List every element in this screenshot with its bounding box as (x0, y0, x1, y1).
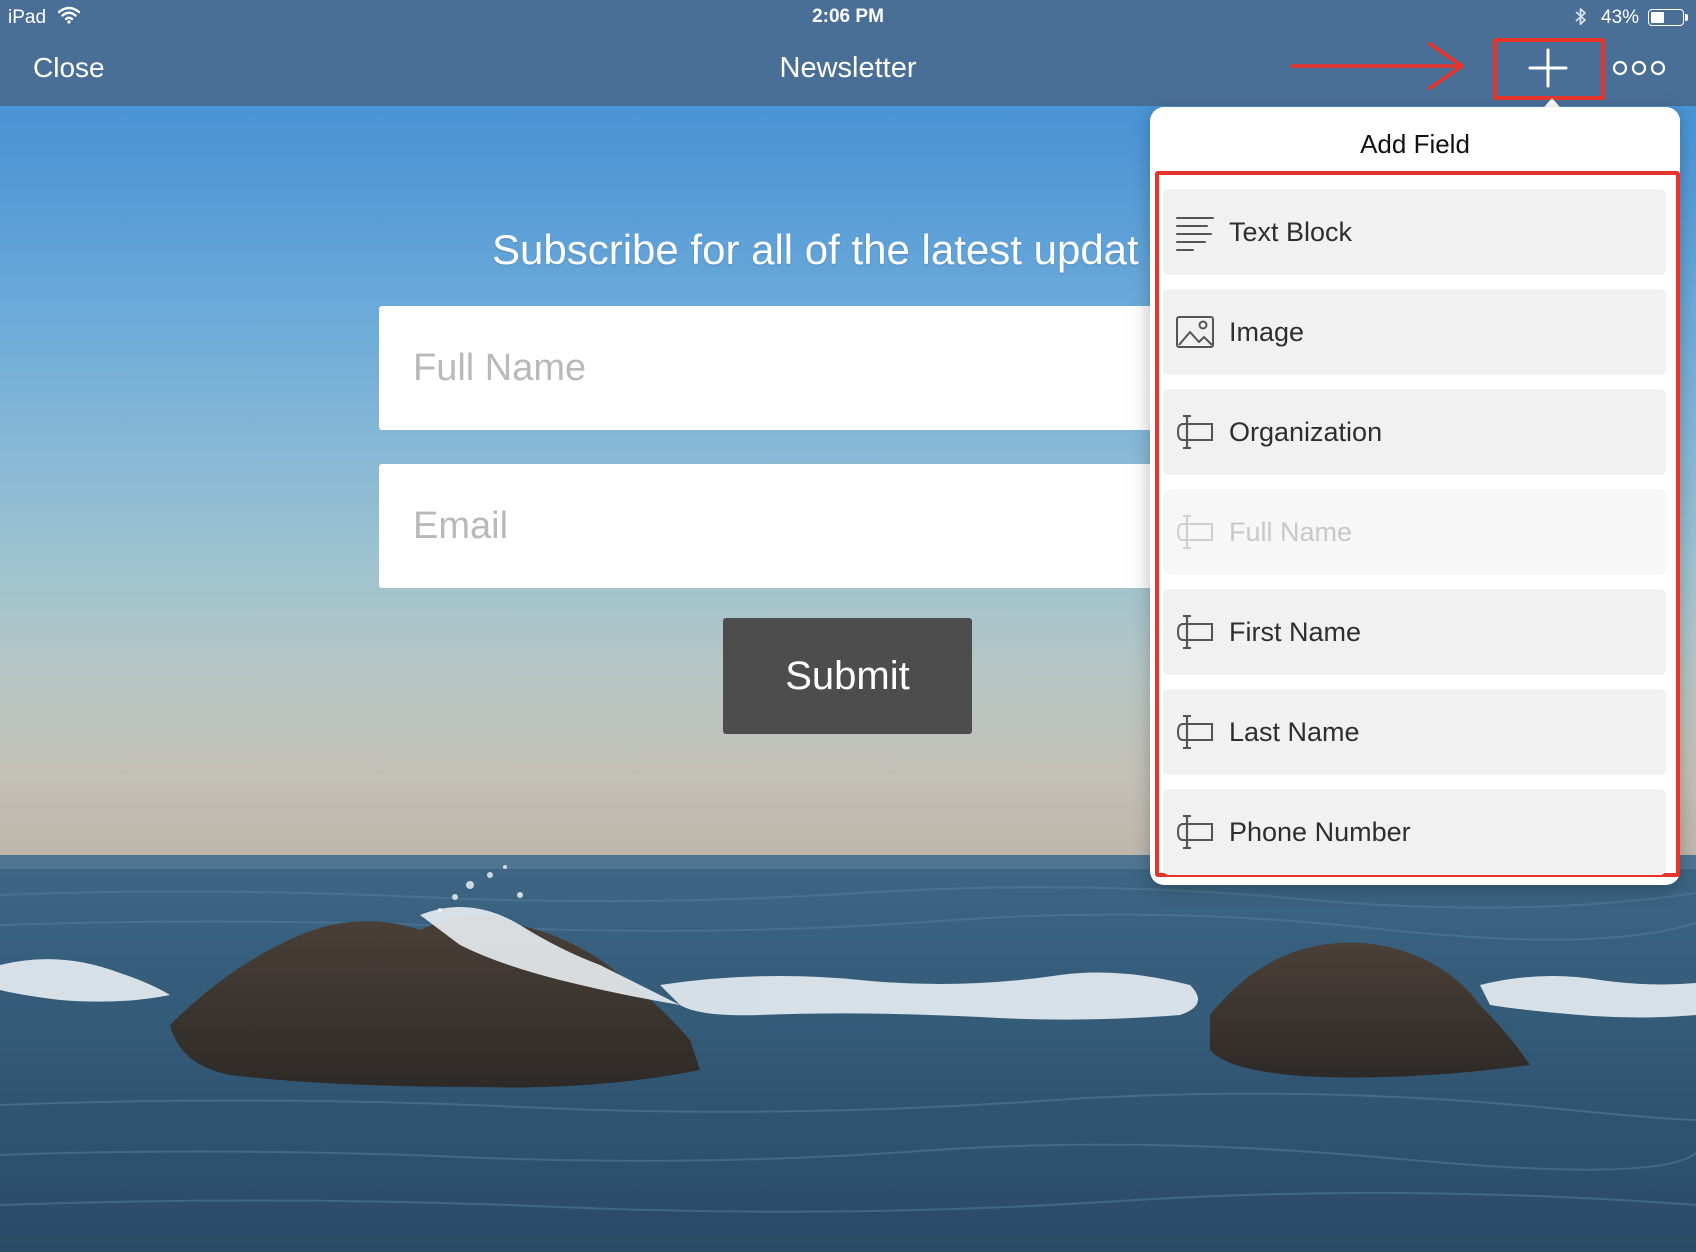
text-field-icon (1176, 415, 1213, 449)
battery-tip (1685, 14, 1688, 21)
more-options-button[interactable] (1612, 56, 1666, 80)
field-item-phone-number[interactable]: Phone Number (1163, 789, 1666, 875)
text-field-icon (1176, 815, 1213, 849)
battery-icon (1648, 9, 1684, 26)
field-item-text-block[interactable]: Text Block (1163, 189, 1666, 275)
submit-button[interactable]: Submit (723, 618, 972, 734)
sea-rocks-illustration (0, 855, 1696, 1213)
field-item-label: Full Name (1229, 517, 1353, 547)
field-item-label: Last Name (1229, 717, 1360, 747)
battery-level-fill (1650, 11, 1664, 23)
add-field-button[interactable] (1496, 40, 1600, 98)
field-item-image[interactable]: Image (1163, 289, 1666, 375)
popover-title: Add Field (1360, 129, 1470, 159)
status-bar: iPad 2:06 PM 43% (0, 0, 1696, 34)
field-item-label: Phone Number (1229, 817, 1411, 847)
field-item-organization[interactable]: Organization (1163, 389, 1666, 475)
status-time: 2:06 PM (812, 6, 884, 27)
image-icon (1176, 316, 1214, 348)
field-item-first-name[interactable]: First Name (1163, 589, 1666, 675)
form-heading: Subscribe for all of the latest updat (492, 226, 1139, 273)
text-field-icon (1176, 615, 1213, 649)
bluetooth-icon (1575, 8, 1586, 25)
field-item-label: Image (1229, 317, 1305, 347)
text-field-icon (1176, 515, 1213, 549)
text-block-icon (1176, 217, 1214, 251)
more-dots-icon (1612, 60, 1666, 76)
annotation-arrow-icon (1290, 42, 1464, 90)
battery-percentage: 43% (1601, 7, 1640, 28)
field-item-label: Text Block (1229, 217, 1353, 247)
field-item-label: Organization (1229, 417, 1383, 447)
field-item-full-name: Full Name (1163, 489, 1666, 575)
plus-icon (1528, 48, 1568, 88)
text-field-icon (1176, 715, 1213, 749)
field-item-last-name[interactable]: Last Name (1163, 689, 1666, 775)
field-item-label: First Name (1229, 617, 1362, 647)
